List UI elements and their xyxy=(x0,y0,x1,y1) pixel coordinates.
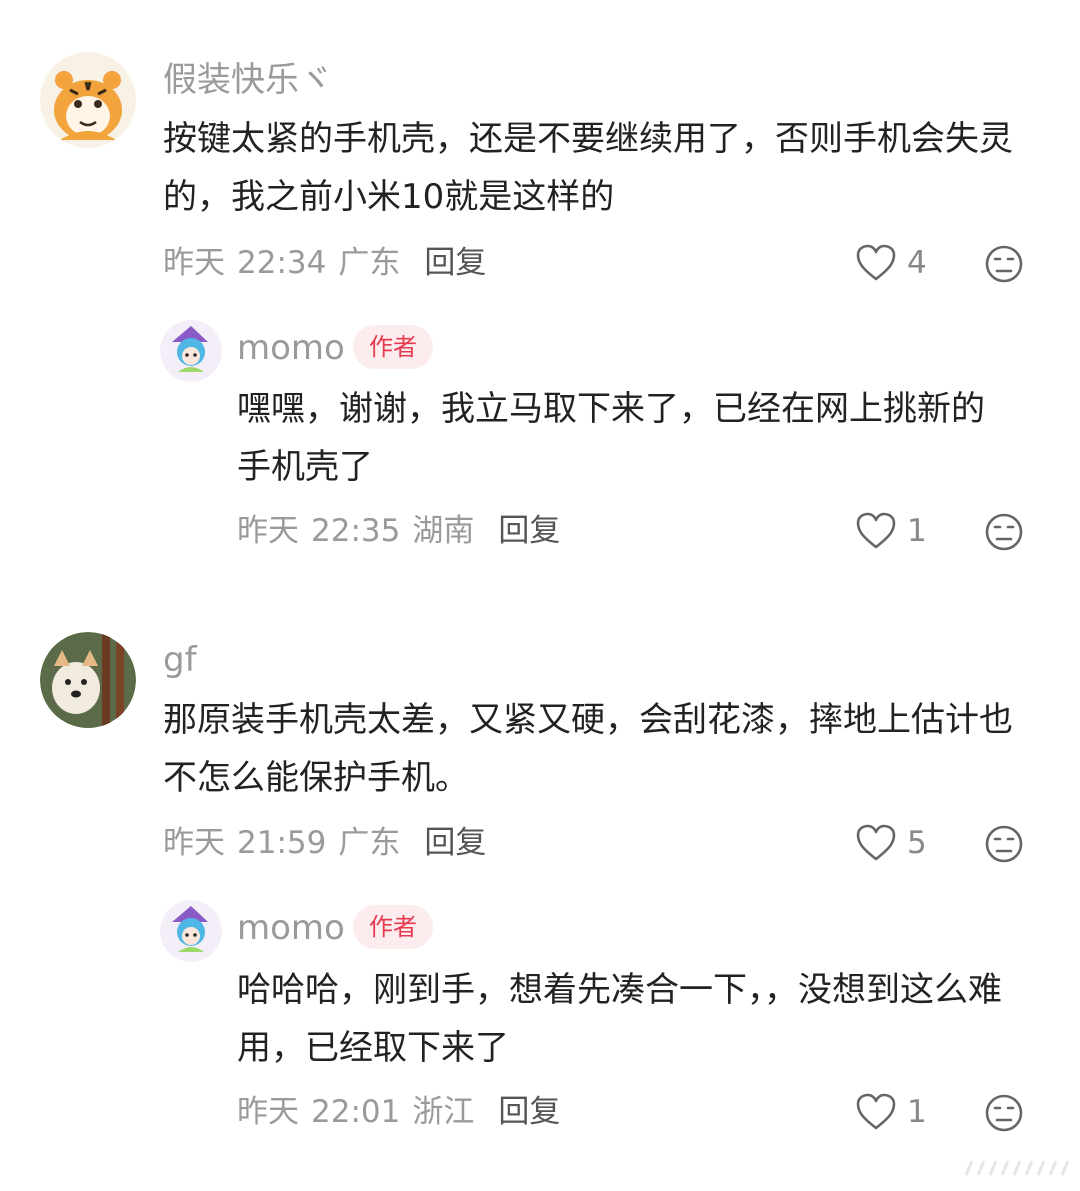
heart-outline-icon xyxy=(856,244,896,281)
reply-time: 22:01 xyxy=(311,1094,401,1130)
watermark-decoration xyxy=(964,1160,1070,1176)
comment-text: 那原装手机壳太差，又紧又硬，会刮花漆，摔地上估计也不怎么能保护手机。 xyxy=(163,700,1013,798)
reply-button[interactable]: 回复 xyxy=(424,243,486,283)
reply-text: 哈哈哈，刚到手，想着先凑合一下，，没想到这么难用，已经取下来了 xyxy=(237,970,1002,1068)
like-count: 1 xyxy=(907,513,927,549)
avatar-dog[interactable] xyxy=(40,632,136,728)
neutral-face-icon[interactable] xyxy=(984,244,1024,284)
comment-location: 广东 xyxy=(338,245,401,281)
reply-date: 昨天 xyxy=(237,1094,299,1130)
comment-time: 22:34 xyxy=(237,245,327,281)
comment-username[interactable]: 假装快乐ヾ xyxy=(163,60,333,100)
neutral-face-icon[interactable] xyxy=(984,1093,1024,1133)
neutral-face-icon[interactable] xyxy=(984,824,1024,864)
comment-thread: 假装快乐ヾ 按键太紧的手机壳，还是不要继续用了，否则手机会失灵的，我之前小米10… xyxy=(0,0,1080,1191)
comment-meta: 昨天 21:59 广东 回复 xyxy=(163,823,486,863)
like-button[interactable]: 1 xyxy=(855,511,927,551)
reply-button[interactable]: 回复 xyxy=(498,511,560,551)
avatar-momo[interactable] xyxy=(160,320,222,382)
reply-text: 嘿嘿，谢谢，我立马取下来了，已经在网上挑新的手机壳了 xyxy=(237,389,985,487)
reply-button[interactable]: 回复 xyxy=(498,1092,560,1132)
reply-time: 22:35 xyxy=(311,513,401,549)
avatar-tiger[interactable] xyxy=(40,52,136,148)
like-button[interactable]: 5 xyxy=(855,823,927,863)
heart-outline-icon xyxy=(856,1093,896,1130)
avatar-momo[interactable] xyxy=(160,900,222,962)
reply-username[interactable]: momo xyxy=(237,908,345,948)
like-button[interactable]: 4 xyxy=(855,243,927,283)
neutral-face-icon[interactable] xyxy=(984,512,1024,552)
heart-outline-icon xyxy=(856,824,896,861)
reply-button[interactable]: 回复 xyxy=(424,823,486,863)
comment-date: 昨天 xyxy=(163,825,225,861)
comment-meta: 昨天 22:34 广东 回复 xyxy=(163,243,486,283)
like-count: 4 xyxy=(907,245,927,281)
reply-meta: 昨天 22:35 湖南 回复 xyxy=(237,511,560,551)
author-badge: 作者 xyxy=(353,905,433,949)
comment-text: 按键太紧的手机壳，还是不要继续用了，否则手机会失灵的，我之前小米10就是这样的 xyxy=(163,119,1013,217)
reply-location: 湖南 xyxy=(412,513,475,549)
reply-location: 浙江 xyxy=(412,1094,475,1130)
reply-username[interactable]: momo xyxy=(237,328,345,368)
comment-time: 21:59 xyxy=(237,825,327,861)
reply-date: 昨天 xyxy=(237,513,299,549)
comment-username[interactable]: gf xyxy=(163,640,197,680)
like-count: 5 xyxy=(907,825,927,861)
comment-date: 昨天 xyxy=(163,245,225,281)
author-badge: 作者 xyxy=(353,325,433,369)
reply-meta: 昨天 22:01 浙江 回复 xyxy=(237,1092,560,1132)
like-button[interactable]: 1 xyxy=(855,1092,927,1132)
comment-location: 广东 xyxy=(338,825,401,861)
like-count: 1 xyxy=(907,1094,927,1130)
heart-outline-icon xyxy=(856,512,896,549)
